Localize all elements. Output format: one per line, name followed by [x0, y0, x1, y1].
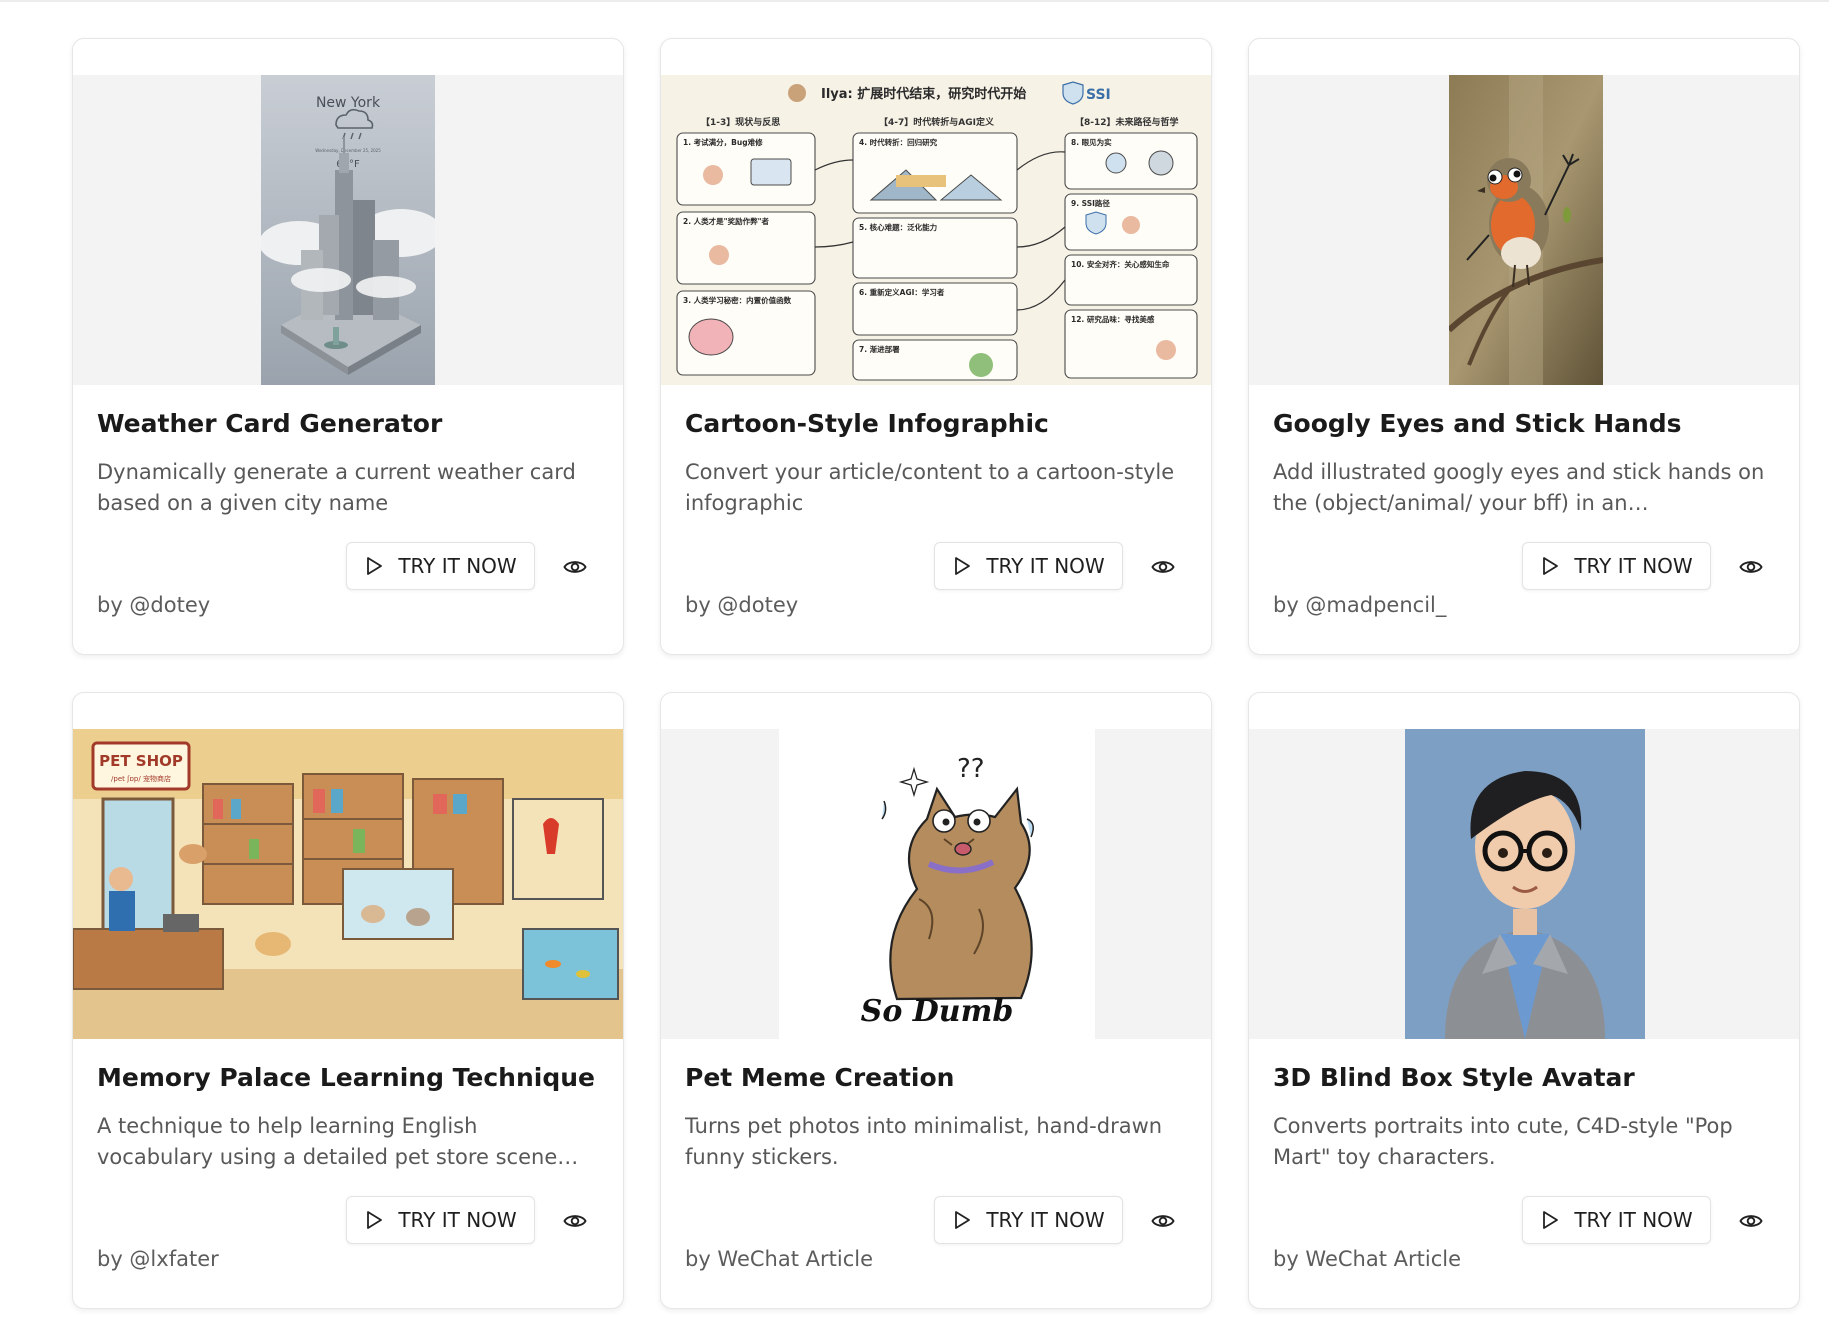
svg-text:Wednesday, December 25, 2025: Wednesday, December 25, 2025 [315, 148, 381, 153]
try-it-now-button[interactable]: TRY IT NOW [1522, 542, 1711, 590]
card-description: Add illustrated googly eyes and stick ha… [1273, 460, 1765, 515]
try-it-now-label: TRY IT NOW [986, 554, 1105, 578]
card-title: Cartoon-Style Infographic [685, 409, 1049, 438]
svg-text:PET SHOP: PET SHOP [99, 752, 183, 770]
svg-text:/pet ʃɒp/ 宠物商店: /pet ʃɒp/ 宠物商店 [111, 774, 171, 783]
try-it-now-label: TRY IT NOW [398, 554, 517, 578]
card-image [1249, 75, 1799, 385]
prompt-card-infographic[interactable]: Ilya: 扩展时代结束，研究时代开始 SSI 【1-3】现状与反思 【4-7】… [660, 38, 1212, 655]
svg-text:2. 人类才是"奖励作弊"者: 2. 人类才是"奖励作弊"者 [683, 216, 769, 226]
card-author[interactable]: by @madpencil_ [1273, 593, 1446, 617]
card-author[interactable]: by @dotey [97, 593, 210, 617]
eye-icon[interactable] [1149, 1207, 1177, 1235]
prompt-card-grid: New York Wednesday, December 25, 2025 60… [72, 38, 1800, 1309]
card-title: Pet Meme Creation [685, 1063, 955, 1092]
try-it-now-label: TRY IT NOW [1574, 1208, 1693, 1232]
card-image: Ilya: 扩展时代结束，研究时代开始 SSI 【1-3】现状与反思 【4-7】… [661, 75, 1211, 385]
svg-text:10. 安全对齐：关心感知生命: 10. 安全对齐：关心感知生命 [1071, 259, 1170, 269]
try-it-now-button[interactable]: TRY IT NOW [346, 542, 535, 590]
svg-text:Ilya: 扩展时代结束，研究时代开始: Ilya: 扩展时代结束，研究时代开始 [821, 86, 1026, 102]
card-description: A technique to help learning English voc… [97, 1114, 558, 1169]
play-icon [367, 557, 383, 575]
svg-text:New York: New York [316, 95, 381, 111]
svg-text:9. SSI路径: 9. SSI路径 [1071, 198, 1110, 208]
infographic-illustration: Ilya: 扩展时代结束，研究时代开始 SSI 【1-3】现状与反思 【4-7】… [661, 75, 1211, 385]
page-top-divider [0, 0, 1829, 2]
try-it-now-button[interactable]: TRY IT NOW [934, 1196, 1123, 1244]
svg-text:SSI: SSI [1086, 87, 1111, 103]
play-icon [1543, 557, 1559, 575]
svg-text:【8-12】未来路径与哲学: 【8-12】未来路径与哲学 [1075, 116, 1179, 128]
try-it-now-button[interactable]: TRY IT NOW [1522, 1196, 1711, 1244]
eye-icon[interactable] [561, 553, 589, 581]
pet-shop-illustration: PET SHOP /pet ʃɒp/ 宠物商店 [73, 729, 623, 1039]
try-it-now-button[interactable]: TRY IT NOW [934, 542, 1123, 590]
card-title: Memory Palace Learning Technique [97, 1063, 595, 1092]
prompt-card-googly-eyes[interactable]: Googly Eyes and Stick Hands Add illustra… [1248, 38, 1800, 655]
svg-text:8. 眼见为实: 8. 眼见为实 [1071, 137, 1112, 147]
svg-text:??: ?? [957, 754, 985, 784]
blind-box-avatar-render [1405, 729, 1645, 1039]
play-icon [955, 557, 971, 575]
eye-icon[interactable] [561, 1207, 589, 1235]
card-author[interactable]: by @lxfater [97, 1247, 219, 1271]
prompt-card-weather[interactable]: New York Wednesday, December 25, 2025 60… [72, 38, 624, 655]
prompt-card-memory-palace[interactable]: PET SHOP /pet ʃɒp/ 宠物商店 Memory Palace Le… [72, 692, 624, 1309]
eye-icon[interactable] [1737, 553, 1765, 581]
weather-card-illustration: New York Wednesday, December 25, 2025 60… [261, 75, 435, 385]
card-image: New York Wednesday, December 25, 2025 60… [73, 75, 623, 385]
svg-text:4. 时代转折：回归研究: 4. 时代转折：回归研究 [859, 137, 938, 147]
svg-text:1. 考试满分，Bug难修: 1. 考试满分，Bug难修 [683, 137, 763, 147]
try-it-now-label: TRY IT NOW [1574, 554, 1693, 578]
card-title: 3D Blind Box Style Avatar [1273, 1063, 1635, 1092]
card-description: Convert your article/content to a cartoo… [685, 460, 1175, 515]
svg-text:5. 核心难题：泛化能力: 5. 核心难题：泛化能力 [859, 222, 937, 232]
svg-text:12. 研究品味：寻找美感: 12. 研究品味：寻找美感 [1071, 314, 1155, 324]
card-description: Converts portraits into cute, C4D-style … [1273, 1114, 1733, 1169]
svg-text:【4-7】时代转折与AGI定义: 【4-7】时代转折与AGI定义 [879, 116, 995, 128]
try-it-now-label: TRY IT NOW [398, 1208, 517, 1232]
play-icon [955, 1211, 971, 1229]
svg-text:6. 重新定义AGI：学习者: 6. 重新定义AGI：学习者 [859, 287, 945, 297]
try-it-now-label: TRY IT NOW [986, 1208, 1105, 1232]
prompt-card-blind-box-avatar[interactable]: 3D Blind Box Style Avatar Converts portr… [1248, 692, 1800, 1309]
svg-text:7. 渐进部署: 7. 渐进部署 [859, 344, 900, 354]
eye-icon[interactable] [1737, 1207, 1765, 1235]
svg-text:So Dumb: So Dumb [861, 994, 1014, 1029]
card-description: Turns pet photos into minimalist, hand-d… [685, 1114, 1163, 1169]
play-icon [367, 1211, 383, 1229]
robin-googly-eyes-photo [1449, 75, 1603, 385]
prompt-card-pet-meme[interactable]: ?? So Dumb Pet Meme Creation Turns pet p… [660, 692, 1212, 1309]
try-it-now-button[interactable]: TRY IT NOW [346, 1196, 535, 1244]
card-image: ?? So Dumb [661, 729, 1211, 1039]
card-image [1249, 729, 1799, 1039]
svg-text:3. 人类学习秘密：内置价值函数: 3. 人类学习秘密：内置价值函数 [683, 295, 792, 305]
card-image: PET SHOP /pet ʃɒp/ 宠物商店 [73, 729, 623, 1039]
card-author[interactable]: by WeChat Article [1273, 1247, 1461, 1271]
eye-icon[interactable] [1149, 553, 1177, 581]
card-author[interactable]: by WeChat Article [685, 1247, 873, 1271]
card-title: Weather Card Generator [97, 409, 443, 438]
cat-sticker-illustration: ?? So Dumb [779, 729, 1095, 1039]
play-icon [1543, 1211, 1559, 1229]
svg-text:【1-3】现状与反思: 【1-3】现状与反思 [701, 116, 780, 128]
card-author[interactable]: by @dotey [685, 593, 798, 617]
card-title: Googly Eyes and Stick Hands [1273, 409, 1682, 438]
card-description: Dynamically generate a current weather c… [97, 460, 576, 515]
